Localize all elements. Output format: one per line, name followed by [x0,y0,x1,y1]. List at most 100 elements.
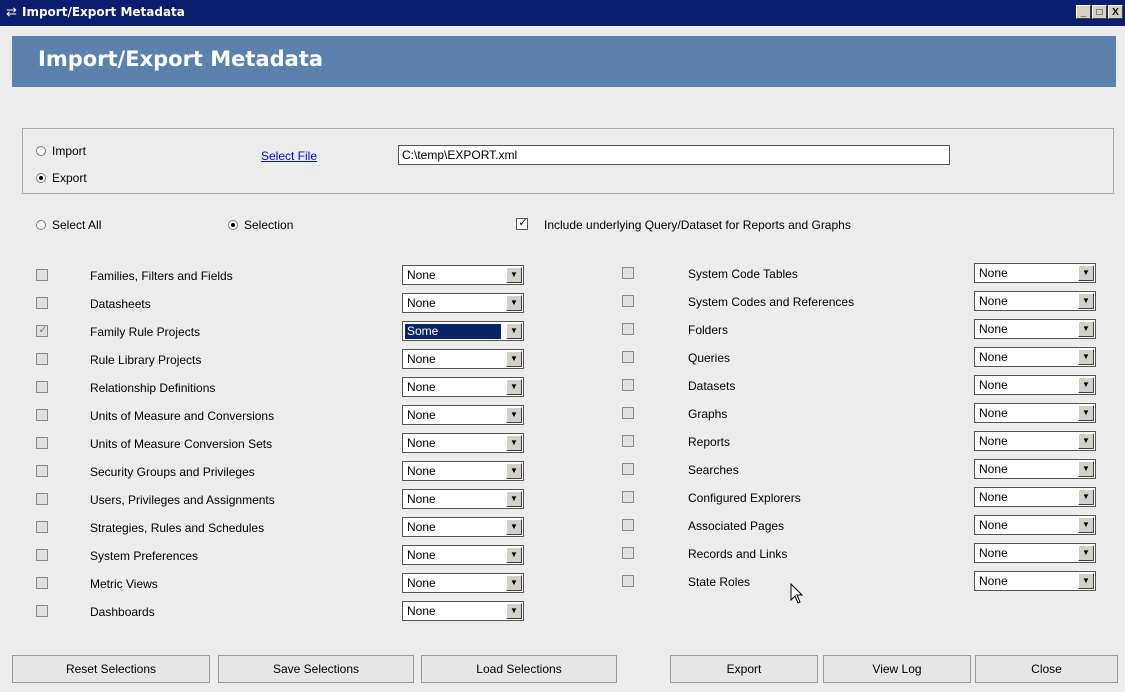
dropdown-arrow-icon[interactable]: ▼ [1078,265,1094,281]
dropdown-arrow-icon[interactable]: ▼ [506,267,522,283]
dropdown-arrow-icon[interactable]: ▼ [1078,433,1094,449]
dropdown-arrow-icon[interactable]: ▼ [1078,461,1094,477]
checkbox-rule-library-projects[interactable] [36,353,48,365]
checkbox-queries[interactable] [622,351,634,363]
checkbox-users-privileges-and-assignments[interactable] [36,493,48,505]
dropdown-relationship-definitions[interactable]: None ▼ [402,377,524,397]
export-radio[interactable]: Export [36,171,87,185]
checkbox-associated-pages[interactable] [622,519,634,531]
window-controls: _ □ X [1076,5,1123,19]
dropdown-arrow-icon[interactable]: ▼ [506,519,522,535]
dropdown-datasets[interactable]: None ▼ [974,375,1096,395]
checkbox-datasheets[interactable] [36,297,48,309]
save-selections-button[interactable]: Save Selections [218,655,414,683]
checkbox-folders[interactable] [622,323,634,335]
select-all-radio-dot[interactable] [36,220,46,230]
select-file-link[interactable]: Select File [261,149,317,163]
dropdown-arrow-icon[interactable]: ▼ [506,407,522,423]
checkbox-reports[interactable] [622,435,634,447]
item-label-strategies-rules-and-schedules: Strategies, Rules and Schedules [90,521,265,535]
dropdown-users-privileges-and-assignments[interactable]: None ▼ [402,489,524,509]
checkbox-family-rule-projects[interactable]: ✓ [36,324,48,337]
dropdown-rule-library-projects[interactable]: None ▼ [402,349,524,369]
dropdown-family-rule-projects[interactable]: Some ▼ [402,321,524,341]
checkbox-units-of-measure-and-conversions[interactable] [36,409,48,421]
checkbox-datasets[interactable] [622,379,634,391]
dropdown-searches[interactable]: None ▼ [974,459,1096,479]
dropdown-datasheets[interactable]: None ▼ [402,293,524,313]
minimize-button[interactable]: _ [1076,5,1091,19]
maximize-button[interactable]: □ [1092,5,1107,19]
dropdown-families-filters-and-fields[interactable]: None ▼ [402,265,524,285]
dropdown-graphs[interactable]: None ▼ [974,403,1096,423]
dropdown-state-roles[interactable]: None ▼ [974,571,1096,591]
dropdown-arrow-icon[interactable]: ▼ [506,351,522,367]
dropdown-dashboards[interactable]: None ▼ [402,601,524,621]
dropdown-arrow-icon[interactable]: ▼ [506,463,522,479]
reset-selections-button[interactable]: Reset Selections [12,655,210,683]
dropdown-arrow-icon[interactable]: ▼ [506,603,522,619]
checkbox-system-code-tables[interactable] [622,267,634,279]
dropdown-system-preferences[interactable]: None ▼ [402,545,524,565]
checkbox-configured-explorers[interactable] [622,491,634,503]
checkbox-families-filters-and-fields[interactable] [36,269,48,281]
dropdown-arrow-icon[interactable]: ▼ [506,547,522,563]
load-selections-button[interactable]: Load Selections [421,655,617,683]
dropdown-system-codes-and-references[interactable]: None ▼ [974,291,1096,311]
checkbox-metric-views[interactable] [36,577,48,589]
import-radio-dot[interactable] [36,146,46,156]
dropdown-value: None [407,492,436,506]
selection-radio-dot[interactable] [228,220,238,230]
dropdown-arrow-icon[interactable]: ▼ [506,491,522,507]
dropdown-arrow-icon[interactable]: ▼ [506,323,522,339]
dropdown-arrow-icon[interactable]: ▼ [506,575,522,591]
dropdown-arrow-icon[interactable]: ▼ [1078,321,1094,337]
checkbox-state-roles[interactable] [622,575,634,587]
selection-radio[interactable]: Selection [228,218,293,232]
dropdown-arrow-icon[interactable]: ▼ [506,435,522,451]
checkbox-system-preferences[interactable] [36,549,48,561]
checkmark-icon: ✓ [38,324,48,336]
dropdown-security-groups-and-privileges[interactable]: None ▼ [402,461,524,481]
import-radio[interactable]: Import [36,144,86,158]
dropdown-arrow-icon[interactable]: ▼ [1078,517,1094,533]
checkbox-strategies-rules-and-schedules[interactable] [36,521,48,533]
checkbox-records-and-links[interactable] [622,547,634,559]
dropdown-arrow-icon[interactable]: ▼ [1078,573,1094,589]
dropdown-arrow-icon[interactable]: ▼ [506,379,522,395]
checkbox-system-codes-and-references[interactable] [622,295,634,307]
select-all-radio[interactable]: Select All [36,218,101,232]
close-button[interactable]: Close [975,655,1118,683]
checkbox-graphs[interactable] [622,407,634,419]
dropdown-units-of-measure-conversion-sets[interactable]: None ▼ [402,433,524,453]
checkbox-units-of-measure-conversion-sets[interactable] [36,437,48,449]
checkbox-searches[interactable] [622,463,634,475]
dropdown-arrow-icon[interactable]: ▼ [1078,405,1094,421]
dropdown-arrow-icon[interactable]: ▼ [506,295,522,311]
dropdown-associated-pages[interactable]: None ▼ [974,515,1096,535]
dropdown-system-code-tables[interactable]: None ▼ [974,263,1096,283]
dropdown-metric-views[interactable]: None ▼ [402,573,524,593]
export-button[interactable]: Export [670,655,818,683]
checkbox-security-groups-and-privileges[interactable] [36,465,48,477]
dropdown-records-and-links[interactable]: None ▼ [974,543,1096,563]
export-radio-dot[interactable] [36,173,46,183]
dropdown-arrow-icon[interactable]: ▼ [1078,545,1094,561]
dropdown-strategies-rules-and-schedules[interactable]: None ▼ [402,517,524,537]
dropdown-queries[interactable]: None ▼ [974,347,1096,367]
dropdown-arrow-icon[interactable]: ▼ [1078,349,1094,365]
dropdown-reports[interactable]: None ▼ [974,431,1096,451]
file-path-input[interactable]: C:\temp\EXPORT.xml [398,145,950,165]
dropdown-value: None [407,268,436,282]
dropdown-arrow-icon[interactable]: ▼ [1078,489,1094,505]
dropdown-folders[interactable]: None ▼ [974,319,1096,339]
dropdown-arrow-icon[interactable]: ▼ [1078,377,1094,393]
view-log-button[interactable]: View Log [823,655,971,683]
include-underlying-checkbox[interactable]: ✓ [516,217,528,230]
checkbox-relationship-definitions[interactable] [36,381,48,393]
dropdown-arrow-icon[interactable]: ▼ [1078,293,1094,309]
dropdown-configured-explorers[interactable]: None ▼ [974,487,1096,507]
close-window-button[interactable]: X [1108,5,1123,19]
checkbox-dashboards[interactable] [36,605,48,617]
dropdown-units-of-measure-and-conversions[interactable]: None ▼ [402,405,524,425]
